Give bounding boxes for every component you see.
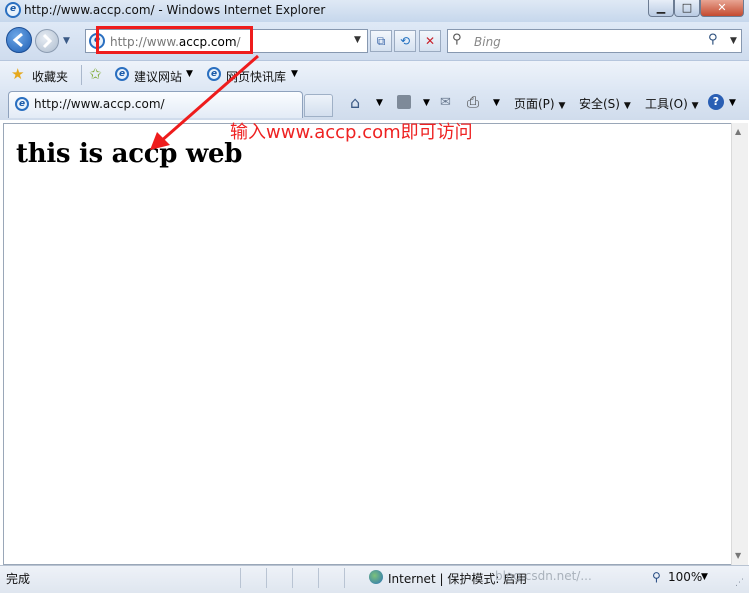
zoom-level[interactable]: 100% bbox=[668, 570, 702, 584]
annotation-text: 输入www.accp.com即可访问 bbox=[230, 122, 473, 143]
watermark-text: blog.csdn.net/... bbox=[495, 569, 592, 583]
annotation-arrow-icon bbox=[150, 54, 259, 150]
globe-icon bbox=[369, 570, 383, 584]
resize-grip-icon[interactable]: ⋰ bbox=[735, 578, 744, 588]
status-text: 完成 bbox=[6, 572, 31, 586]
status-divider bbox=[344, 568, 345, 588]
status-divider bbox=[318, 568, 319, 588]
status-divider bbox=[240, 568, 241, 588]
zoom-icon[interactable]: ⚲ bbox=[652, 570, 661, 584]
status-divider bbox=[266, 568, 267, 588]
zoom-dropdown[interactable]: ▼ bbox=[701, 572, 708, 582]
status-divider bbox=[292, 568, 293, 588]
